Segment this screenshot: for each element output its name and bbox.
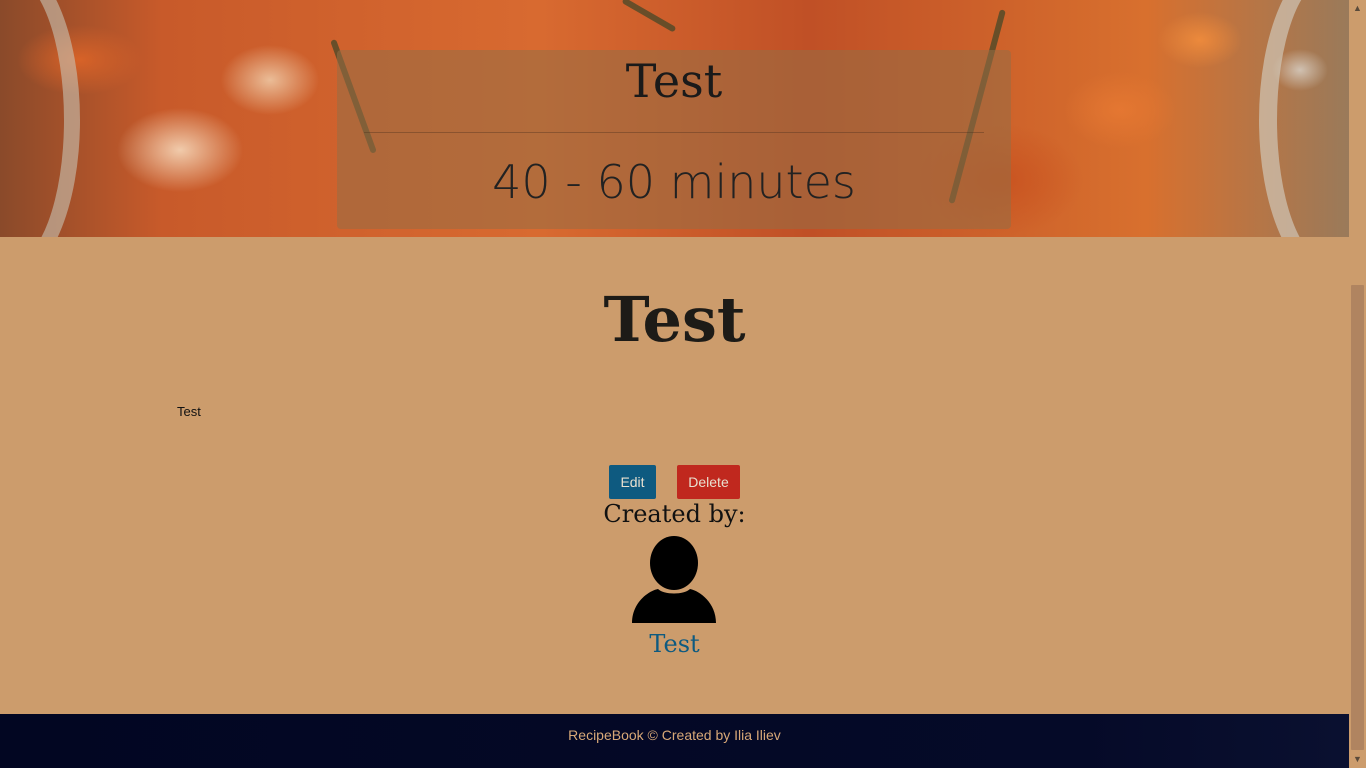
author-name-link[interactable]: Test: [0, 630, 1349, 658]
delete-button[interactable]: Delete: [677, 465, 740, 499]
recipe-description: Test: [177, 404, 201, 419]
recipe-title: Test: [603, 283, 746, 356]
herb-sprig: [621, 0, 677, 33]
user-icon: [628, 535, 720, 627]
bowl-rim-left: [0, 0, 80, 237]
hero-title: Test: [625, 54, 723, 108]
edit-button[interactable]: Edit: [609, 465, 656, 499]
scroll-down-arrow-icon[interactable]: ▼: [1349, 751, 1366, 768]
cooking-time: 40 - 60 minutes: [492, 155, 856, 209]
recipe-hero-image: Test 40 - 60 minutes: [0, 0, 1349, 237]
bowl-rim-right: [1259, 0, 1349, 237]
created-by-label: Created by:: [603, 500, 746, 528]
scrollbar-thumb[interactable]: [1351, 285, 1364, 750]
vertical-scrollbar[interactable]: ▲ ▼: [1349, 0, 1366, 768]
hero-divider: [364, 132, 984, 133]
scroll-up-arrow-icon[interactable]: ▲: [1349, 0, 1366, 17]
footer-text: RecipeBook © Created by Ilia Iliev: [568, 727, 781, 743]
footer: RecipeBook © Created by Ilia Iliev: [0, 714, 1349, 768]
recipe-info-box: Test 40 - 60 minutes: [337, 50, 1011, 229]
